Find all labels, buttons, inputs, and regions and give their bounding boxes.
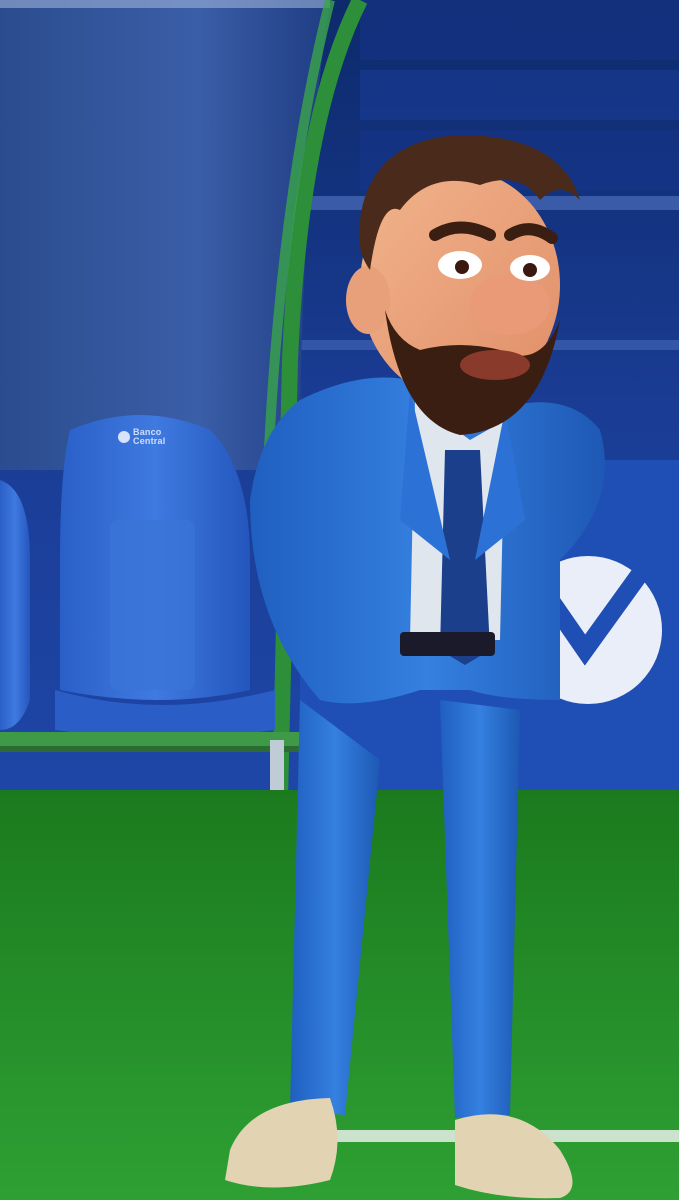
bench-seat-left bbox=[0, 480, 30, 730]
seat-logo-icon bbox=[118, 431, 130, 443]
ear bbox=[346, 266, 390, 334]
seat-logo-line2: Central bbox=[133, 436, 166, 446]
mouth bbox=[460, 350, 530, 380]
seat-logo: Banco Central bbox=[118, 428, 165, 446]
belt bbox=[400, 632, 495, 656]
nose bbox=[470, 275, 550, 335]
animated-scene: Banco Central bbox=[0, 0, 679, 1200]
dugout-shelter bbox=[0, 0, 330, 470]
scene-illustration bbox=[0, 0, 679, 1200]
